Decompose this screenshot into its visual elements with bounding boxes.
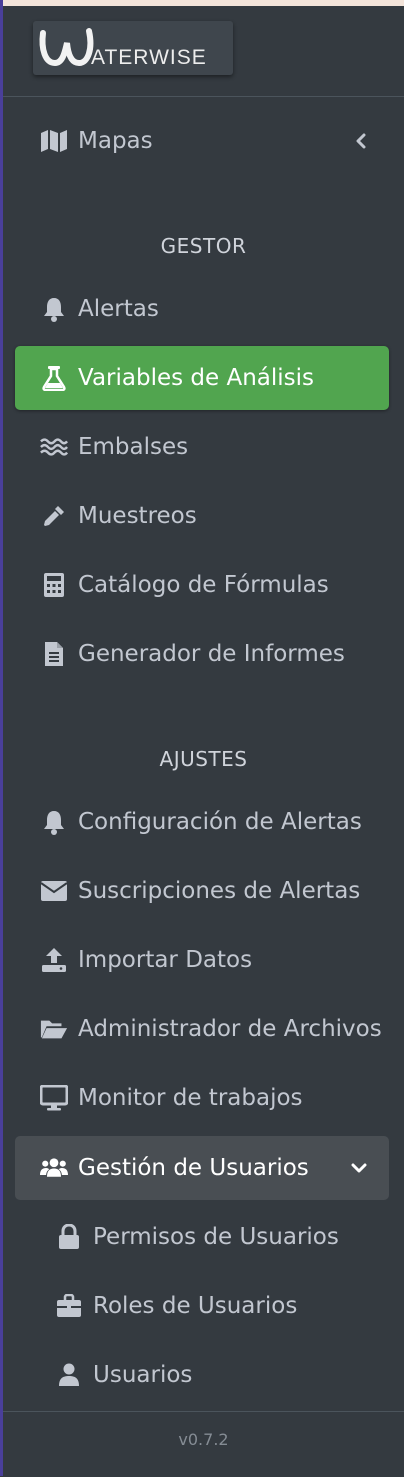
brand[interactable]: ATERWISE xyxy=(3,6,404,97)
nav-item-catalogo-de-formulas[interactable]: Catálogo de Fórmulas xyxy=(15,553,389,617)
section-header-gestor: GESTOR xyxy=(160,234,247,258)
nav-item-label: Mapas xyxy=(78,128,153,154)
version-label: v0.7.2 xyxy=(178,1430,229,1449)
nav-item-alertas[interactable]: Alertas xyxy=(15,277,389,341)
nav-item-label: Usuarios xyxy=(93,1362,193,1388)
nav-item-label: Importar Datos xyxy=(78,947,253,973)
nav-item-generador-de-informes[interactable]: Generador de Informes xyxy=(15,622,389,686)
logo-w-mark xyxy=(39,28,94,67)
user-icon xyxy=(55,1361,83,1389)
nav-item-monitor-de-trabajos[interactable]: Monitor de trabajos xyxy=(15,1066,389,1130)
nav-item-roles-de-usuarios[interactable]: Roles de Usuarios xyxy=(15,1274,389,1338)
nav-item-muestreos[interactable]: Muestreos xyxy=(15,484,389,548)
nav-item-variables-de-analisis[interactable]: Variables de Análisis xyxy=(15,346,389,410)
nav-item-label: Gestión de Usuarios xyxy=(78,1155,309,1181)
logo-text: ATERWISE xyxy=(91,46,207,69)
bell-icon xyxy=(40,295,68,323)
nav-item-label: Embalses xyxy=(78,434,189,460)
nav-item-label: Generador de Informes xyxy=(78,641,345,667)
nav-item-embalses[interactable]: Embalses xyxy=(15,415,389,479)
nav-item-label: Administrador de Archivos xyxy=(78,1016,382,1042)
calculator-icon xyxy=(40,571,68,599)
waterwise-logo[interactable]: ATERWISE xyxy=(33,21,233,75)
chevron-left-icon[interactable] xyxy=(355,133,367,149)
nav-item-label: Catálogo de Fórmulas xyxy=(78,572,329,598)
briefcase-icon xyxy=(55,1292,83,1320)
upload-icon xyxy=(40,946,68,974)
nav-item-label: Configuración de Alertas xyxy=(78,809,362,835)
file-report-icon xyxy=(40,640,68,668)
envelope-icon xyxy=(40,877,68,905)
nav-item-label: Variables de Análisis xyxy=(78,365,315,391)
nav-item-gestion-de-usuarios[interactable]: Gestión de Usuarios xyxy=(15,1136,389,1200)
water-icon xyxy=(40,433,68,461)
lock-icon xyxy=(55,1223,83,1251)
map-icon xyxy=(40,127,68,155)
folder-open-icon xyxy=(40,1015,68,1043)
nav-item-suscripciones-de-alertas[interactable]: Suscripciones de Alertas xyxy=(15,859,389,923)
nav-item-importar-datos[interactable]: Importar Datos xyxy=(15,928,389,992)
nav-item-label: Suscripciones de Alertas xyxy=(78,878,361,904)
nav-item-configuracion-de-alertas[interactable]: Configuración de Alertas xyxy=(15,790,389,854)
nav-item-permisos-de-usuarios[interactable]: Permisos de Usuarios xyxy=(15,1205,389,1269)
nav-item-usuarios[interactable]: Usuarios xyxy=(15,1343,389,1407)
nav-item-label: Monitor de trabajos xyxy=(78,1085,303,1111)
flask-icon xyxy=(40,364,68,392)
nav-item-label: Alertas xyxy=(78,296,159,322)
sidebar-footer: v0.7.2 xyxy=(3,1411,404,1477)
eyedropper-icon xyxy=(40,502,68,530)
sidebar: ATERWISE Mapas GESTOR Alertas Variables … xyxy=(3,6,404,1476)
chevron-down-icon[interactable] xyxy=(351,1162,367,1174)
nav-item-label: Permisos de Usuarios xyxy=(93,1224,339,1250)
desktop-icon xyxy=(40,1084,68,1112)
section-header-ajustes: AJUSTES xyxy=(159,747,248,771)
bell-icon xyxy=(40,808,68,836)
nav-item-label: Roles de Usuarios xyxy=(93,1293,298,1319)
nav-item-administrador-de-archivos[interactable]: Administrador de Archivos xyxy=(15,997,389,1061)
nav-item-mapas[interactable]: Mapas xyxy=(15,109,389,173)
nav-item-label: Muestreos xyxy=(78,503,197,529)
users-icon xyxy=(40,1154,68,1182)
